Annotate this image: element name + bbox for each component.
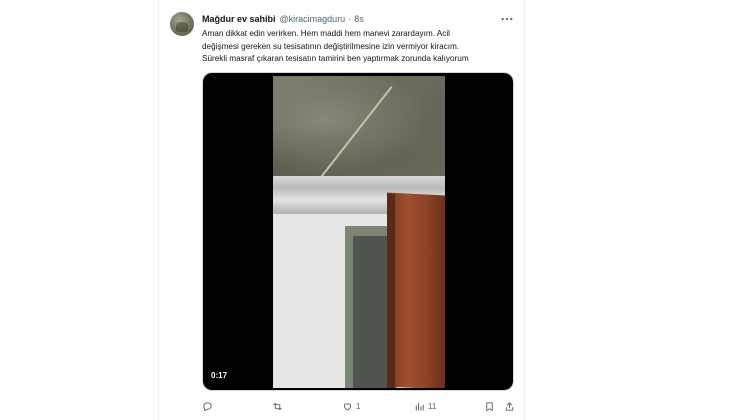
video-player[interactable]: 0:17 <box>202 72 514 391</box>
views-count: 11 <box>428 401 437 411</box>
more-options-icon[interactable] <box>500 12 514 26</box>
action-bar: 1 11 <box>202 399 520 413</box>
tweet-text-line: Sürekli masraf çıkaran tesisatın tamirin… <box>202 54 469 63</box>
separator-dot: · <box>348 14 352 24</box>
tweet-card[interactable]: Mağdur ev sahibi @kiracimagduru · 8s Ama… <box>158 0 525 420</box>
like-icon <box>342 401 353 412</box>
avatar[interactable] <box>170 12 194 36</box>
reply-button[interactable] <box>202 399 213 413</box>
share-button[interactable] <box>504 399 515 413</box>
retweet-button[interactable] <box>272 399 283 413</box>
display-name[interactable]: Mağdur ev sahibi <box>202 14 276 24</box>
share-icon <box>504 401 515 412</box>
user-handle[interactable]: @kiracimagduru <box>280 14 346 24</box>
tweet-timestamp[interactable]: 8s <box>354 14 364 24</box>
bookmark-icon <box>484 401 495 412</box>
views-button[interactable]: 11 <box>414 399 436 413</box>
like-button[interactable]: 1 <box>342 399 360 413</box>
tweet-text-line: değişmesi gereken su tesisatının değişti… <box>202 41 460 51</box>
reply-icon <box>202 401 213 412</box>
video-frame[interactable] <box>273 76 445 388</box>
tweet-header: Mağdur ev sahibi @kiracimagduru · 8s <box>202 12 364 26</box>
video-door-panel <box>387 192 445 388</box>
views-icon <box>414 401 425 412</box>
retweet-icon <box>272 401 283 412</box>
tweet-text: Aman dikkat edin verirken. Hem maddi hem… <box>202 28 520 66</box>
like-count: 1 <box>356 401 361 411</box>
bookmark-button[interactable] <box>484 399 495 413</box>
tweet-text-line: Aman dikkat edin verirken. Hem maddi hem… <box>202 29 450 38</box>
video-duration: 0:17 <box>211 371 228 380</box>
video-door-edge <box>387 193 395 388</box>
